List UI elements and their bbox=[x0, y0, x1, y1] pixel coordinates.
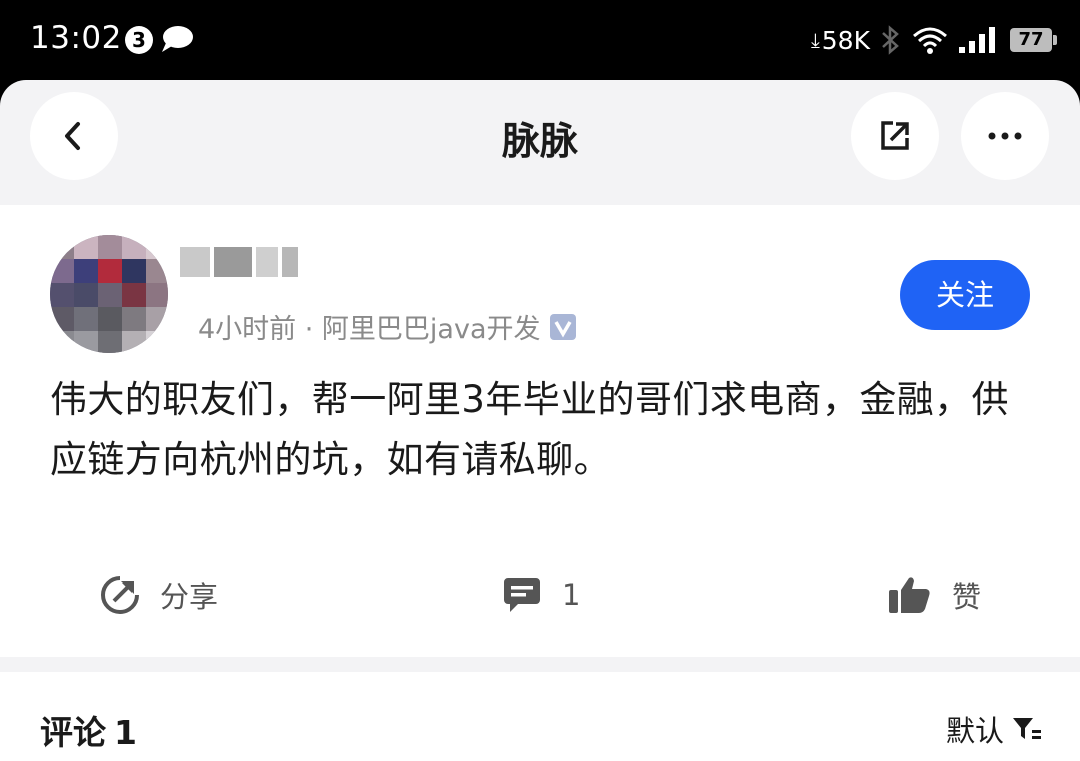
notification-count-badge: 3 bbox=[125, 26, 153, 54]
sort-dropdown[interactable]: 默认 bbox=[946, 708, 1042, 750]
share-out-button[interactable] bbox=[851, 92, 939, 180]
status-bar: 13:02 3 ⤓ 58K 77 bbox=[0, 0, 1080, 80]
thumbs-up-icon bbox=[889, 577, 930, 613]
chat-bubble-icon bbox=[162, 26, 193, 52]
app-surface: 脉脉 4小时前 · 阿里巴巴java开发 关注 伟大的职友们，帮一阿里3年毕业的… bbox=[0, 80, 1080, 761]
share-icon bbox=[101, 576, 139, 614]
download-arrow-icon: ⤓ bbox=[810, 28, 820, 52]
share-button[interactable]: 分享 bbox=[100, 560, 218, 630]
post-meta: 4小时前 · 阿里巴巴java开发 bbox=[198, 307, 577, 346]
follow-button[interactable]: 关注 bbox=[900, 260, 1030, 330]
like-button[interactable]: 赞 bbox=[888, 560, 981, 630]
share-out-icon bbox=[881, 121, 909, 150]
network-speed-value: 58K bbox=[821, 25, 870, 55]
battery-icon: 77 bbox=[1010, 28, 1057, 52]
network-speed: ⤓ 58K bbox=[811, 26, 870, 55]
filter-icon bbox=[1013, 718, 1041, 739]
comment-icon bbox=[504, 578, 540, 612]
status-indicators: ⤓ 58K 77 bbox=[811, 20, 1057, 60]
comments-header: 评论 1 默认 bbox=[0, 672, 1080, 761]
like-label: 赞 bbox=[952, 580, 982, 614]
avatar[interactable] bbox=[50, 235, 168, 353]
post-action-bar: 分享 1 赞 bbox=[0, 560, 1080, 630]
comment-count: 1 bbox=[562, 578, 581, 612]
sort-label: 默认 bbox=[945, 714, 1004, 748]
comment-button[interactable]: 1 bbox=[502, 560, 580, 630]
bluetooth-icon bbox=[882, 25, 899, 55]
author-name-blurred[interactable] bbox=[180, 247, 298, 277]
more-button[interactable] bbox=[961, 92, 1049, 180]
comments-title-label: 评论 bbox=[40, 713, 106, 752]
comments-title: 评论 1 bbox=[40, 706, 137, 754]
more-icon bbox=[988, 132, 1022, 140]
verified-icon bbox=[549, 313, 576, 340]
status-time: 13:02 bbox=[30, 20, 122, 56]
post-card: 4小时前 · 阿里巴巴java开发 关注 伟大的职友们，帮一阿里3年毕业的哥们求… bbox=[0, 205, 1080, 657]
share-label: 分享 bbox=[160, 580, 219, 614]
nav-bar: 脉脉 bbox=[0, 80, 1080, 190]
post-meta-text: 4小时前 · 阿里巴巴java开发 bbox=[198, 314, 541, 345]
post-content: 伟大的职友们，帮一阿里3年毕业的哥们求电商，金融，供应链方向杭州的坑，如有请私聊… bbox=[50, 378, 1009, 481]
comments-count: 1 bbox=[114, 713, 137, 752]
wifi-icon bbox=[913, 27, 947, 54]
signal-icon bbox=[959, 27, 995, 53]
